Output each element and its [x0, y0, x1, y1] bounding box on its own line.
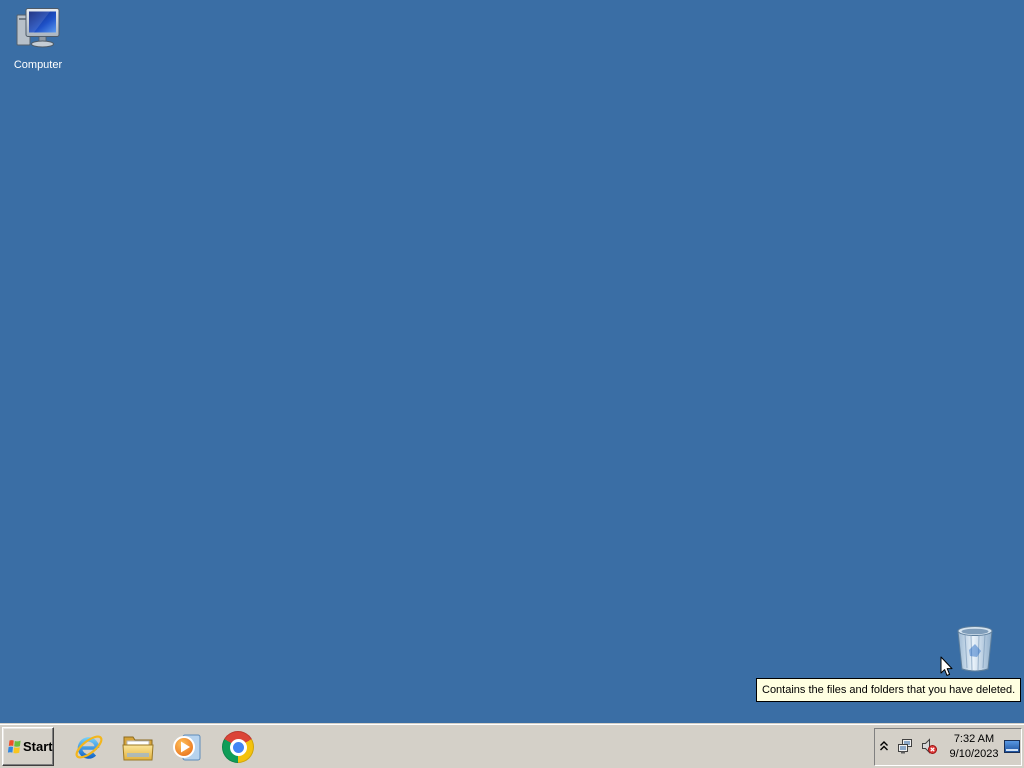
windows-logo-icon: [7, 739, 21, 753]
notification-area: 7:32 AM 9/10/2023: [874, 728, 1022, 766]
desktop-icon-label: Computer: [13, 59, 63, 71]
network-icon: [898, 739, 912, 754]
clock-time: 7:32 AM: [953, 733, 995, 745]
desktop-icon-computer[interactable]: Computer: [4, 6, 72, 72]
show-hidden-icons-button[interactable]: [878, 739, 890, 753]
chrome-logo-center: [229, 738, 247, 756]
windows-explorer-icon: [122, 736, 154, 761]
volume-muted-icon: [922, 738, 937, 754]
show-hidden-icons-icon: [880, 741, 888, 751]
computer-icon: [16, 8, 60, 48]
start-button[interactable]: Start: [2, 727, 54, 766]
recycle-bin-tooltip: Contains the files and folders that you …: [756, 678, 1022, 702]
start-button-label: Start: [23, 738, 53, 754]
windows-media-player-icon: [173, 734, 201, 761]
taskbar-pinned-windows-media-player[interactable]: [169, 731, 203, 763]
clock-date: 9/10/2023: [949, 748, 999, 760]
taskbar-pinned-google-chrome[interactable]: [221, 731, 255, 763]
desktop: Computer Contains the files and folders …: [0, 0, 1024, 768]
recycle-bin-icon: [957, 626, 993, 672]
taskbar-pinned-internet-explorer[interactable]: [72, 731, 106, 763]
show-desktop-button[interactable]: [1004, 740, 1020, 753]
show-desktop-icon: [1004, 740, 1020, 753]
taskbar: Start 7:32 AM 9/10/2023: [0, 723, 1024, 768]
desktop-icon-recycle-bin[interactable]: [955, 624, 995, 674]
mouse-pointer-icon: [940, 656, 953, 676]
taskbar-pinned-windows-explorer[interactable]: [121, 731, 155, 763]
network-tray-button[interactable]: [897, 738, 913, 754]
google-chrome-icon: [222, 731, 254, 763]
clock[interactable]: 7:32 AM 9/10/2023: [946, 732, 1002, 762]
internet-explorer-icon: [75, 735, 103, 759]
volume-tray-button[interactable]: [921, 738, 937, 754]
